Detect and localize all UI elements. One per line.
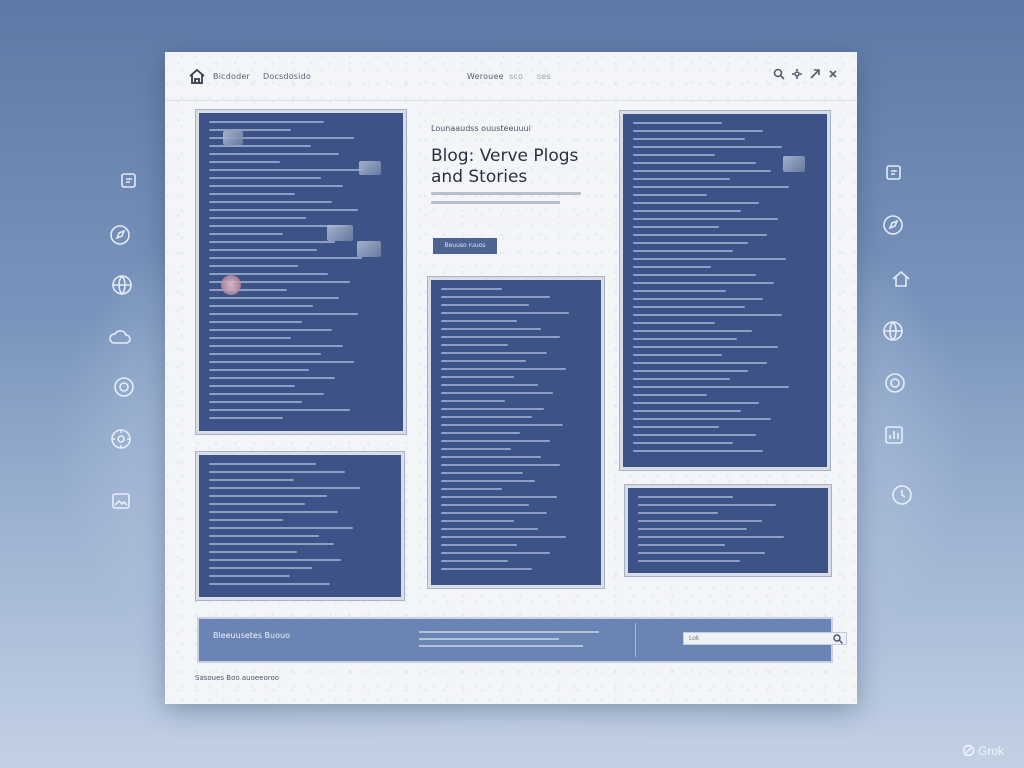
target-icon — [882, 370, 908, 396]
post-thumbnail — [223, 131, 243, 145]
search-input[interactable] — [683, 632, 847, 645]
post-card-5[interactable] — [625, 485, 831, 576]
page-title: Blog: Verve Plogs and Stories — [431, 146, 579, 187]
note-icon — [116, 168, 142, 194]
clock-icon — [889, 482, 915, 508]
footer-text — [419, 631, 619, 652]
post-card-1[interactable] — [196, 110, 406, 434]
footer-title: Bleeuusetes Buouo — [213, 631, 290, 640]
post-thumbnail — [783, 156, 805, 172]
post-thumbnail — [357, 241, 381, 257]
home-icon[interactable] — [187, 66, 207, 86]
search-icon[interactable] — [773, 68, 785, 80]
footer-divider — [635, 623, 636, 657]
post-card-content — [441, 288, 593, 579]
globe-icon — [109, 272, 135, 298]
search-icon[interactable] — [833, 634, 843, 644]
brand-name[interactable]: Bicdoder — [213, 72, 250, 81]
nav-link-secondary[interactable]: sco — [509, 72, 523, 81]
post-card-content — [209, 463, 393, 591]
top-navigation: Bicdoder Docsdosido Werouee sco ses — [165, 52, 857, 101]
post-card-3[interactable] — [428, 277, 604, 588]
post-card-content — [638, 496, 820, 567]
target-icon — [111, 374, 137, 400]
post-card-2[interactable] — [196, 452, 404, 600]
blog-page: Bicdoder Docsdosido Werouee sco ses Loun… — [165, 52, 857, 704]
hero-kicker: Lounaaudss ouusteeuuui — [431, 124, 531, 133]
image-icon — [108, 488, 134, 514]
compass-icon — [880, 212, 906, 238]
globe-icon — [880, 318, 906, 344]
home-icon — [888, 266, 914, 292]
close-icon[interactable] — [827, 68, 839, 80]
settings-icon — [108, 426, 134, 452]
copyright-text: Sasoues Boo auoeeoroo — [195, 674, 280, 682]
nav-link-docs[interactable]: Docsdosido — [263, 72, 311, 81]
author-avatar — [221, 275, 241, 295]
hero-description — [431, 192, 581, 210]
watermark: Grok — [962, 744, 1004, 758]
note-icon — [881, 160, 907, 186]
post-thumbnail — [327, 225, 353, 241]
cloud-icon — [107, 324, 133, 350]
gear-icon[interactable] — [791, 68, 803, 80]
post-thumbnail — [359, 161, 381, 175]
nav-link-tertiary[interactable]: ses — [537, 72, 551, 81]
post-card-content — [633, 122, 819, 461]
chart-icon — [881, 422, 907, 448]
grok-logo-icon — [962, 744, 975, 757]
nav-link-primary[interactable]: Werouee — [467, 72, 504, 81]
footer-bar: Bleeuusetes Buouo — [197, 617, 847, 663]
watermark-text: Grok — [977, 744, 1004, 758]
read-more-button[interactable]: Beuuso ruuos — [433, 238, 497, 254]
compass-icon — [107, 222, 133, 248]
share-icon[interactable] — [809, 68, 821, 80]
post-card-4[interactable] — [620, 111, 830, 470]
